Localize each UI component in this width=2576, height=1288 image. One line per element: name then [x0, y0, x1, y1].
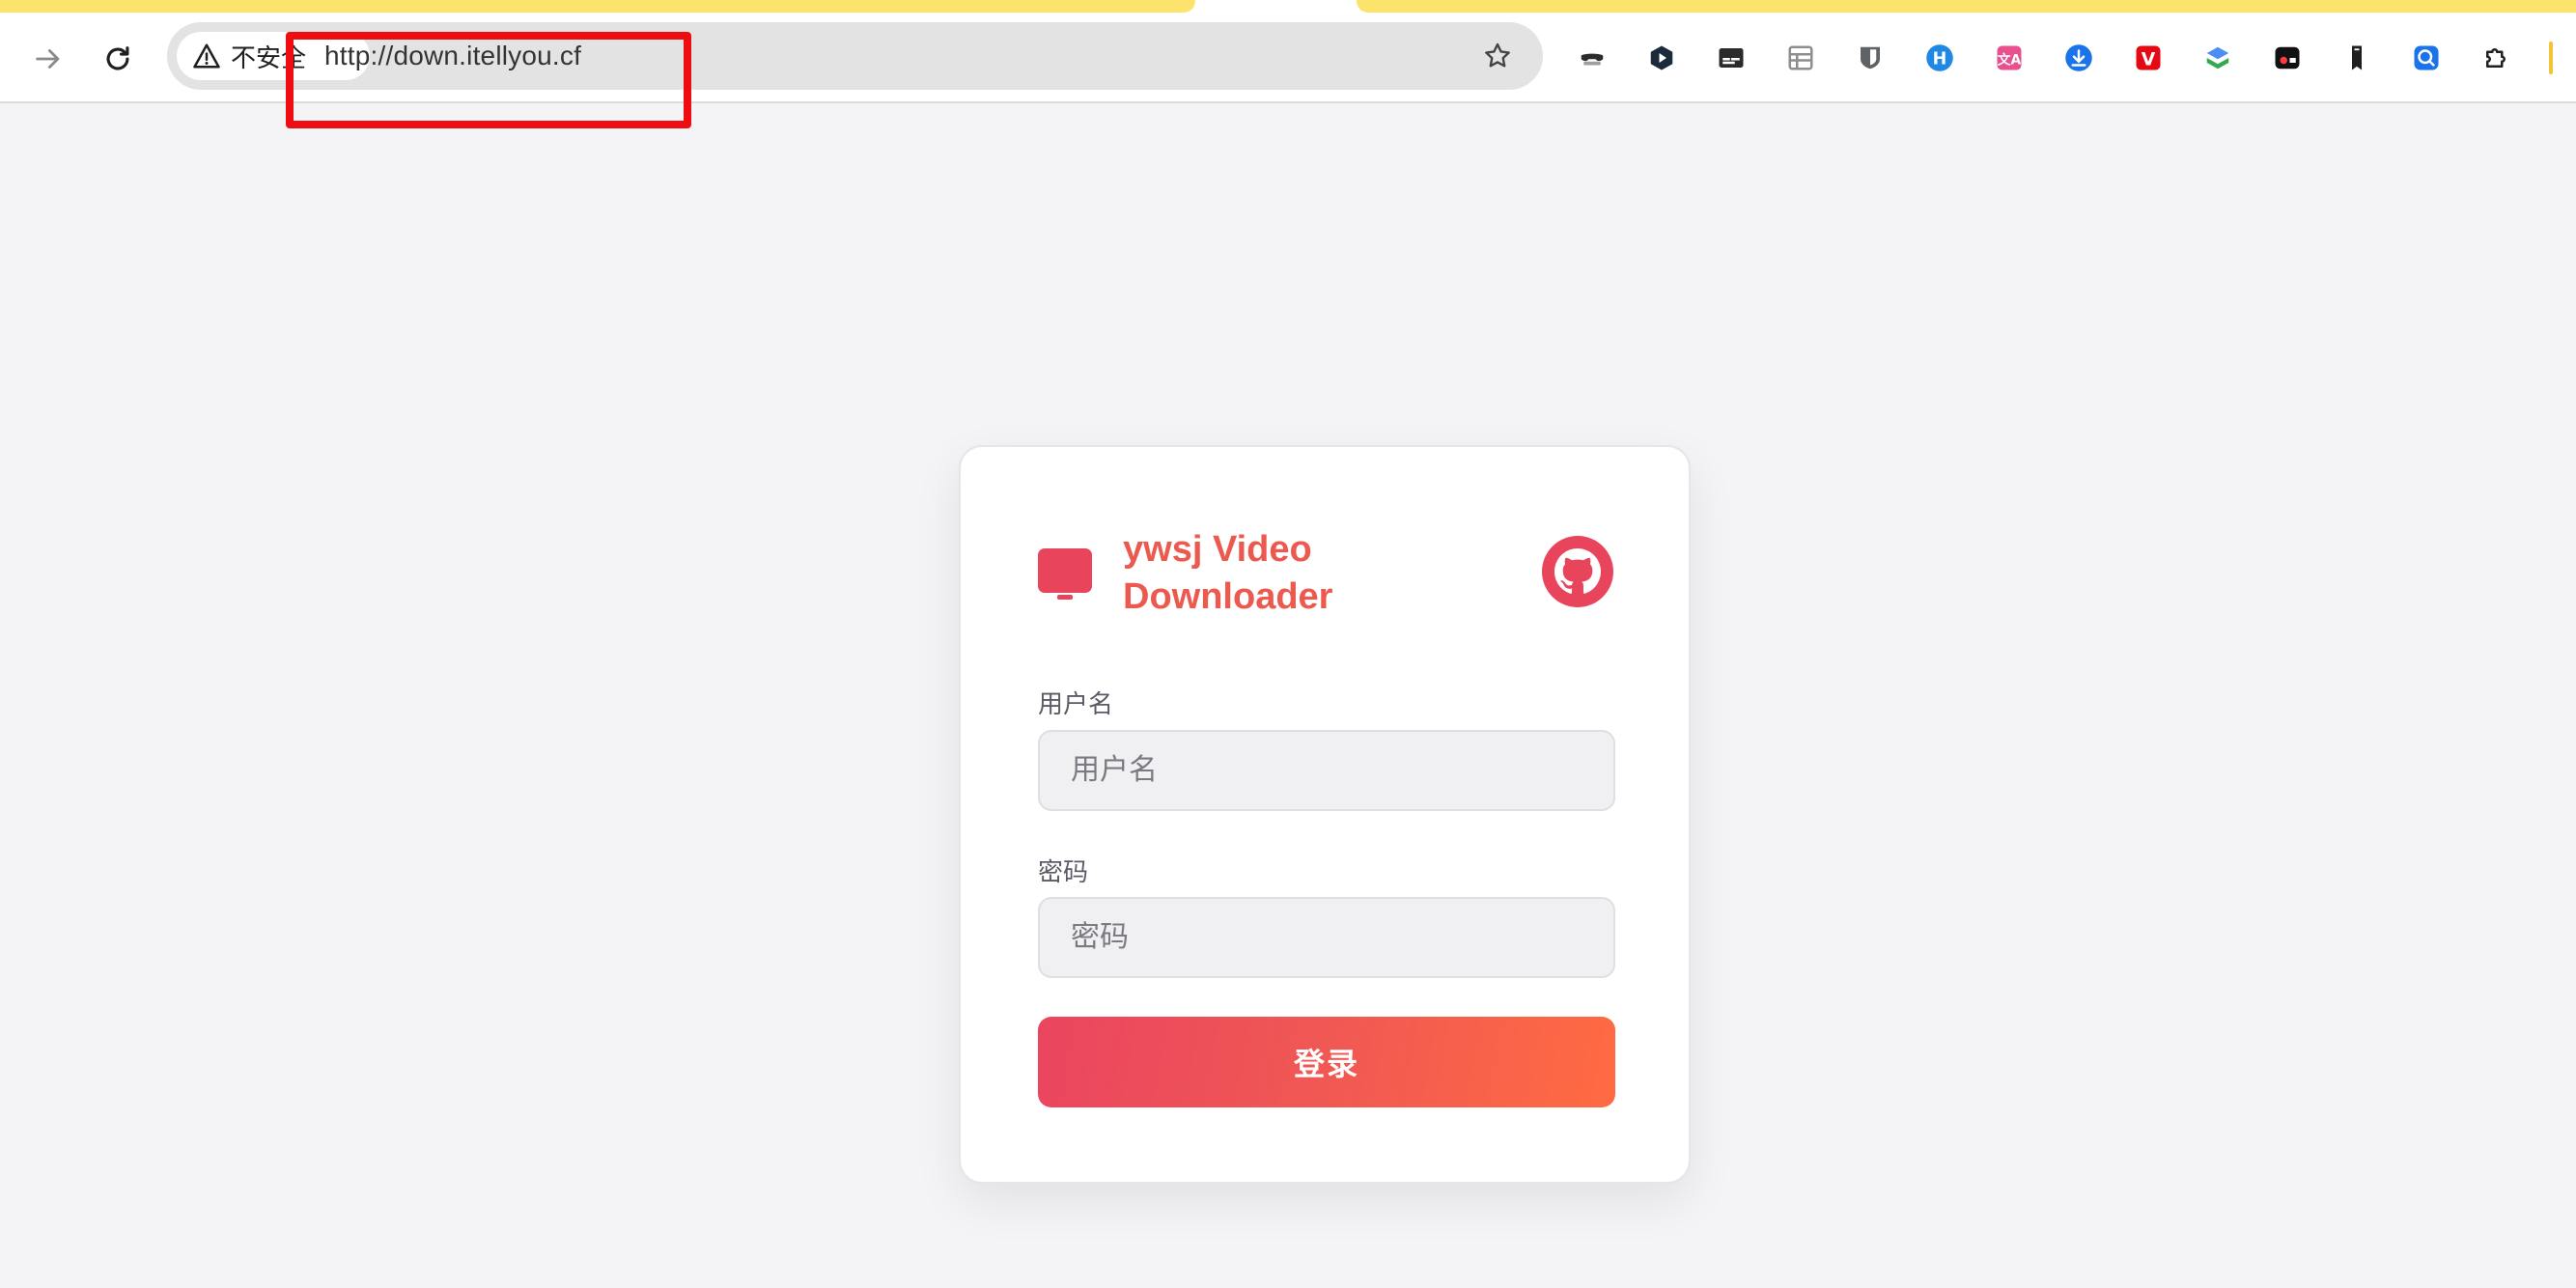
username-label: 用户名 — [1038, 689, 1114, 718]
warning-icon — [193, 43, 220, 69]
address-bar[interactable]: 不安全 http://down.itellyou.cf — [167, 22, 1543, 90]
v-icon[interactable]: V — [2130, 40, 2167, 76]
download-icon[interactable] — [2060, 40, 2097, 76]
reload-button[interactable] — [91, 32, 145, 86]
subtitle-icon[interactable] — [1713, 40, 1750, 76]
tab-left[interactable] — [0, 0, 1195, 13]
puzzle-icon[interactable] — [2478, 40, 2514, 76]
tab-strip — [0, 0, 2576, 13]
browser-toolbar: 不安全 http://down.itellyou.cf H 文A V — [0, 13, 2576, 128]
table-icon[interactable] — [1782, 40, 1819, 76]
monitor-icon — [1038, 548, 1092, 600]
bookmark-star-button[interactable] — [1479, 38, 1516, 74]
svg-text:H: H — [1933, 49, 1947, 69]
bitwarden-icon[interactable] — [1852, 40, 1889, 76]
username-input[interactable] — [1038, 730, 1615, 811]
password-label: 密码 — [1038, 857, 1089, 886]
search-q-icon[interactable] — [2408, 40, 2445, 76]
translate-icon[interactable]: 文A — [1991, 40, 2028, 76]
password-input[interactable] — [1038, 897, 1615, 978]
forward-button[interactable] — [21, 32, 75, 86]
brand-title: ywsj Video Downloader — [1123, 529, 1333, 617]
tab-right[interactable] — [1357, 0, 2576, 13]
arrow-right-icon — [36, 49, 60, 69]
spy-mask-icon[interactable] — [1574, 40, 1610, 76]
profile-edge — [2549, 42, 2553, 74]
h-icon[interactable]: H — [1921, 40, 1958, 76]
security-label: 不安全 — [231, 42, 307, 72]
github-icon[interactable] — [1542, 536, 1613, 607]
star-icon — [1485, 42, 1510, 68]
url-text[interactable]: http://down.itellyou.cf — [324, 22, 581, 90]
layers-icon[interactable] — [2199, 40, 2236, 76]
login-button[interactable]: 登录 — [1038, 1017, 1615, 1107]
login-card: ywsj Video Downloader 用户名 密码 登录 — [959, 445, 1691, 1184]
svg-text:文A: 文A — [1998, 51, 2022, 68]
bookmark-tag-icon[interactable] — [2338, 40, 2375, 76]
svg-text:V: V — [2142, 50, 2156, 70]
record-icon[interactable] — [2269, 40, 2306, 76]
cube-play-icon[interactable] — [1643, 40, 1680, 76]
reload-icon — [106, 46, 129, 70]
